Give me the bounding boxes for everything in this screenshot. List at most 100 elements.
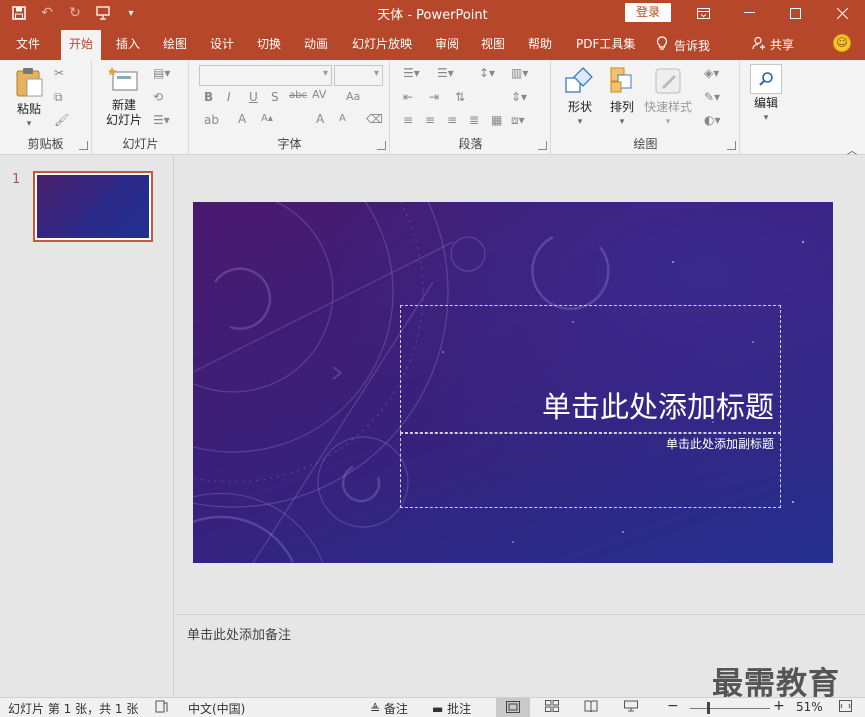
cut-icon[interactable]: ✂ bbox=[54, 66, 64, 80]
language-indicator[interactable]: 中文(中国) bbox=[188, 700, 245, 717]
spell-check-icon[interactable] bbox=[155, 700, 169, 716]
tab-view[interactable]: 视图 bbox=[473, 30, 513, 60]
tab-pdf-tools[interactable]: PDF工具集 bbox=[568, 30, 643, 60]
justify-icon[interactable]: ≣ bbox=[469, 113, 479, 127]
title-bar: ↶ ↻ ▾ 天体 - PowerPoint 登录 bbox=[0, 0, 865, 26]
shrink-text-icon[interactable]: A▴ bbox=[261, 113, 273, 124]
align-center-icon[interactable]: ≡ bbox=[425, 113, 435, 127]
highlight-icon[interactable]: ab bbox=[204, 113, 219, 127]
reading-view-icon[interactable] bbox=[584, 700, 598, 715]
zoom-level[interactable]: 51% bbox=[796, 700, 823, 714]
slide-canvas[interactable]: 单击此处添加标题 单击此处添加副标题 bbox=[193, 202, 833, 563]
change-case-button[interactable]: Aa bbox=[346, 90, 360, 103]
tab-home[interactable]: 开始 bbox=[61, 30, 102, 60]
lightbulb-icon bbox=[656, 36, 668, 54]
zoom-slider-thumb[interactable] bbox=[706, 702, 710, 714]
maximize-icon[interactable] bbox=[772, 0, 818, 26]
shapes-button[interactable]: 形状 ▾ bbox=[560, 66, 600, 130]
tab-slideshow[interactable]: 幻灯片放映 bbox=[344, 30, 420, 60]
shapes-icon bbox=[565, 67, 593, 93]
font-color-button[interactable]: A bbox=[238, 112, 246, 126]
zoom-out-button[interactable]: − bbox=[667, 698, 679, 714]
shape-effects-icon[interactable]: ◐▾ bbox=[704, 113, 721, 127]
title-placeholder[interactable]: 单击此处添加标题 bbox=[400, 305, 781, 433]
tab-help[interactable]: 帮助 bbox=[520, 30, 560, 60]
slide-sorter-icon[interactable] bbox=[545, 700, 559, 715]
subtitle-placeholder[interactable]: 单击此处添加副标题 bbox=[400, 433, 781, 508]
paste-button[interactable]: 粘贴 ▾ bbox=[10, 66, 48, 132]
text-direction-icon[interactable]: ⇅ bbox=[455, 90, 465, 104]
login-button[interactable]: 登录 bbox=[625, 3, 671, 22]
slide-thumbnail[interactable] bbox=[33, 171, 153, 242]
normal-view-icon[interactable] bbox=[496, 698, 530, 717]
format-painter-icon[interactable]: 🖌 bbox=[54, 113, 69, 127]
notes-button[interactable]: ≜ 备注 bbox=[370, 700, 408, 717]
shadow-button[interactable]: S bbox=[271, 90, 279, 104]
increase-font-button[interactable]: A bbox=[316, 112, 324, 126]
numbering-icon[interactable]: ☰▾ bbox=[437, 66, 454, 80]
notes-label: 备注 bbox=[383, 702, 408, 716]
slide-counter: 幻灯片 第 1 张，共 1 张 bbox=[8, 702, 139, 716]
tab-design[interactable]: 设计 bbox=[202, 30, 242, 60]
new-slide-label-2: 幻灯片 bbox=[105, 113, 142, 127]
slides-group: 新建 幻灯片 ▤▾ ⟲ ☰▾ 幻灯片 bbox=[93, 60, 189, 155]
align-right-icon[interactable]: ≡ bbox=[447, 113, 457, 127]
quick-styles-button[interactable]: 快速样式 ▾ bbox=[642, 66, 694, 130]
shape-fill-icon[interactable]: ◈▾ bbox=[704, 66, 719, 80]
section-icon[interactable]: ☰▾ bbox=[153, 113, 170, 127]
distribute-icon[interactable]: ▦ bbox=[491, 113, 502, 127]
layout-icon[interactable]: ▤▾ bbox=[153, 66, 170, 80]
underline-button[interactable]: U bbox=[249, 90, 258, 104]
ribbon-display-icon[interactable] bbox=[680, 0, 726, 26]
decrease-indent-icon[interactable]: ⇤ bbox=[403, 90, 413, 104]
zoom-in-button[interactable]: + bbox=[773, 698, 785, 714]
fit-to-window-icon[interactable] bbox=[839, 700, 852, 715]
clipboard-launcher-icon[interactable] bbox=[79, 141, 88, 150]
smartart-icon[interactable]: ⧈▾ bbox=[511, 113, 525, 128]
italic-button[interactable]: I bbox=[227, 90, 231, 104]
columns-icon[interactable]: ▥▾ bbox=[511, 66, 528, 80]
tab-review[interactable]: 审阅 bbox=[427, 30, 467, 60]
person-add-icon bbox=[752, 36, 766, 53]
tell-me-box[interactable]: 告诉我 bbox=[656, 36, 710, 54]
drawing-launcher-icon[interactable] bbox=[727, 141, 736, 150]
tab-insert[interactable]: 插入 bbox=[108, 30, 148, 60]
comments-button[interactable]: ▬ 批注 bbox=[432, 700, 471, 717]
slideshow-view-icon[interactable] bbox=[624, 700, 638, 715]
minimize-icon[interactable] bbox=[726, 0, 772, 26]
arrange-button[interactable]: 排列 ▾ bbox=[602, 66, 642, 130]
increase-indent-icon[interactable]: ⇥ bbox=[429, 90, 439, 104]
font-size-dropdown[interactable] bbox=[334, 65, 383, 86]
close-icon[interactable] bbox=[819, 0, 865, 26]
clipboard-group-label: 剪贴板 bbox=[27, 137, 64, 151]
paragraph-group: ☰▾ ☰▾ ↕▾ ▥▾ ⇤ ⇥ ⇅ ⇕▾ ≡ ≡ ≡ ≣ ▦ ⧈▾ 段落 bbox=[391, 60, 551, 155]
slides-group-label: 幻灯片 bbox=[122, 137, 159, 151]
share-button[interactable]: 共享 bbox=[752, 36, 794, 53]
tab-file[interactable]: 文件 bbox=[8, 30, 48, 60]
line-spacing-icon[interactable]: ↕▾ bbox=[479, 66, 495, 80]
font-group-label: 字体 bbox=[277, 137, 302, 151]
clear-format-icon[interactable]: ⌫ bbox=[366, 112, 383, 126]
notes-placeholder-text: 单击此处添加备注 bbox=[187, 628, 292, 643]
smiley-feedback-icon[interactable]: ☺ bbox=[833, 34, 851, 52]
tab-transitions[interactable]: 切换 bbox=[249, 30, 289, 60]
align-left-icon[interactable]: ≡ bbox=[403, 113, 413, 127]
shape-outline-icon[interactable]: ✎▾ bbox=[704, 90, 720, 104]
edit-button[interactable]: 编辑 ▾ bbox=[749, 64, 783, 126]
new-slide-button[interactable]: 新建 幻灯片 bbox=[99, 66, 149, 128]
font-name-dropdown[interactable] bbox=[199, 65, 332, 86]
collapse-ribbon-icon[interactable]: ︿ bbox=[847, 142, 857, 157]
paragraph-launcher-icon[interactable] bbox=[538, 141, 547, 150]
bullets-icon[interactable]: ☰▾ bbox=[403, 66, 420, 80]
decrease-font-button[interactable]: A bbox=[339, 113, 346, 124]
strikethrough-button[interactable]: abc bbox=[289, 90, 307, 101]
zoom-slider[interactable] bbox=[690, 708, 770, 709]
copy-icon[interactable]: ⧉ bbox=[54, 90, 63, 105]
tab-draw[interactable]: 绘图 bbox=[155, 30, 195, 60]
reset-slide-icon[interactable]: ⟲ bbox=[153, 90, 163, 104]
bold-button[interactable]: B bbox=[204, 90, 213, 104]
tab-animations[interactable]: 动画 bbox=[296, 30, 336, 60]
align-text-icon[interactable]: ⇕▾ bbox=[511, 90, 527, 104]
char-spacing-button[interactable]: AV bbox=[312, 88, 326, 101]
font-launcher-icon[interactable] bbox=[377, 141, 386, 150]
